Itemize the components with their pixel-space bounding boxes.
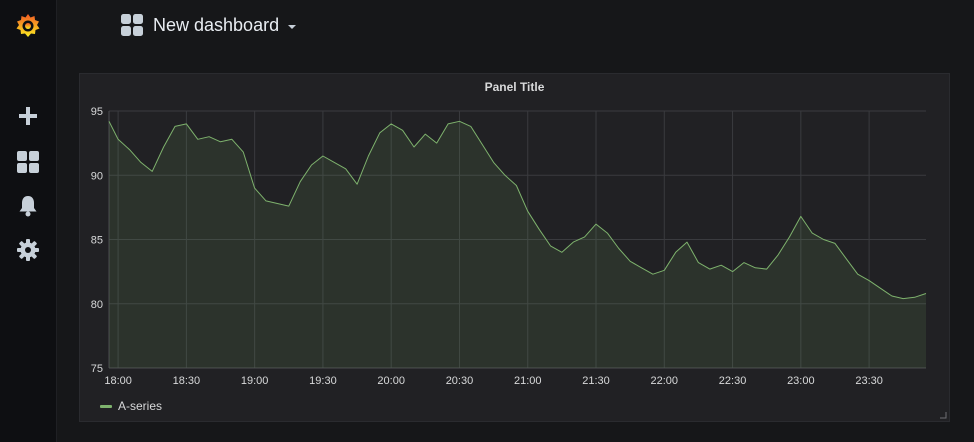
legend-color-swatch[interactable] [100, 404, 112, 408]
x-tick-label: 19:30 [309, 375, 337, 387]
x-tick-label: 19:00 [241, 375, 269, 387]
x-tick-label: 23:00 [787, 375, 815, 387]
gear-icon-graphic [17, 239, 39, 261]
dashboard-picker[interactable]: New dashboard [121, 0, 297, 50]
y-tick-label: 90 [91, 170, 103, 182]
grafana-logo-icon[interactable] [0, 8, 56, 44]
dashboards-icon-graphic [17, 151, 39, 173]
x-tick-label: 22:30 [719, 375, 747, 387]
x-tick-label: 22:00 [651, 375, 679, 387]
x-tick-label: 20:00 [377, 375, 405, 387]
grafana-logo-graphic [16, 14, 40, 37]
x-axis: 18:00 18:30 19:00 19:30 20:00 20:30 21:00 21:30… [104, 375, 883, 387]
bell-icon[interactable] [0, 192, 56, 220]
dashboard-title[interactable]: New dashboard [153, 15, 279, 36]
y-tick-label: 75 [91, 363, 103, 375]
x-tick-label: 23:30 [855, 375, 883, 387]
plus-icon[interactable] [0, 102, 56, 130]
legend: A-series [100, 399, 162, 413]
dashboards-icon[interactable] [0, 148, 56, 176]
legend-item-label[interactable]: A-series [118, 399, 162, 413]
chart-area: 75 80 85 90 95 18:00 18:30 19:00 19:30 20:00 20:3… [91, 106, 927, 387]
y-tick-label: 85 [91, 235, 103, 247]
graph-panel[interactable]: Panel Title 75 80 85 90 95 18:00 18:30 19:00 19… [79, 73, 950, 422]
top-navbar: New dashboard [57, 0, 974, 56]
x-tick-label: 18:00 [104, 375, 132, 387]
dashboard-grid-icon [121, 14, 143, 36]
caret-down-icon[interactable] [287, 24, 297, 30]
x-tick-label: 20:30 [446, 375, 474, 387]
plus-icon-graphic [19, 107, 37, 125]
x-tick-label: 18:30 [173, 375, 201, 387]
bell-icon-graphic [19, 196, 37, 217]
gear-icon[interactable] [0, 236, 56, 264]
y-axis: 75 80 85 90 95 [91, 106, 103, 375]
series-area-fill [109, 121, 926, 368]
resize-handle-icon[interactable] [939, 411, 947, 419]
sidebar [0, 0, 57, 442]
x-tick-label: 21:00 [514, 375, 542, 387]
series-layer [108, 120, 927, 368]
y-tick-label: 95 [91, 106, 103, 118]
x-tick-label: 21:30 [582, 375, 610, 387]
y-tick-label: 80 [91, 299, 103, 311]
